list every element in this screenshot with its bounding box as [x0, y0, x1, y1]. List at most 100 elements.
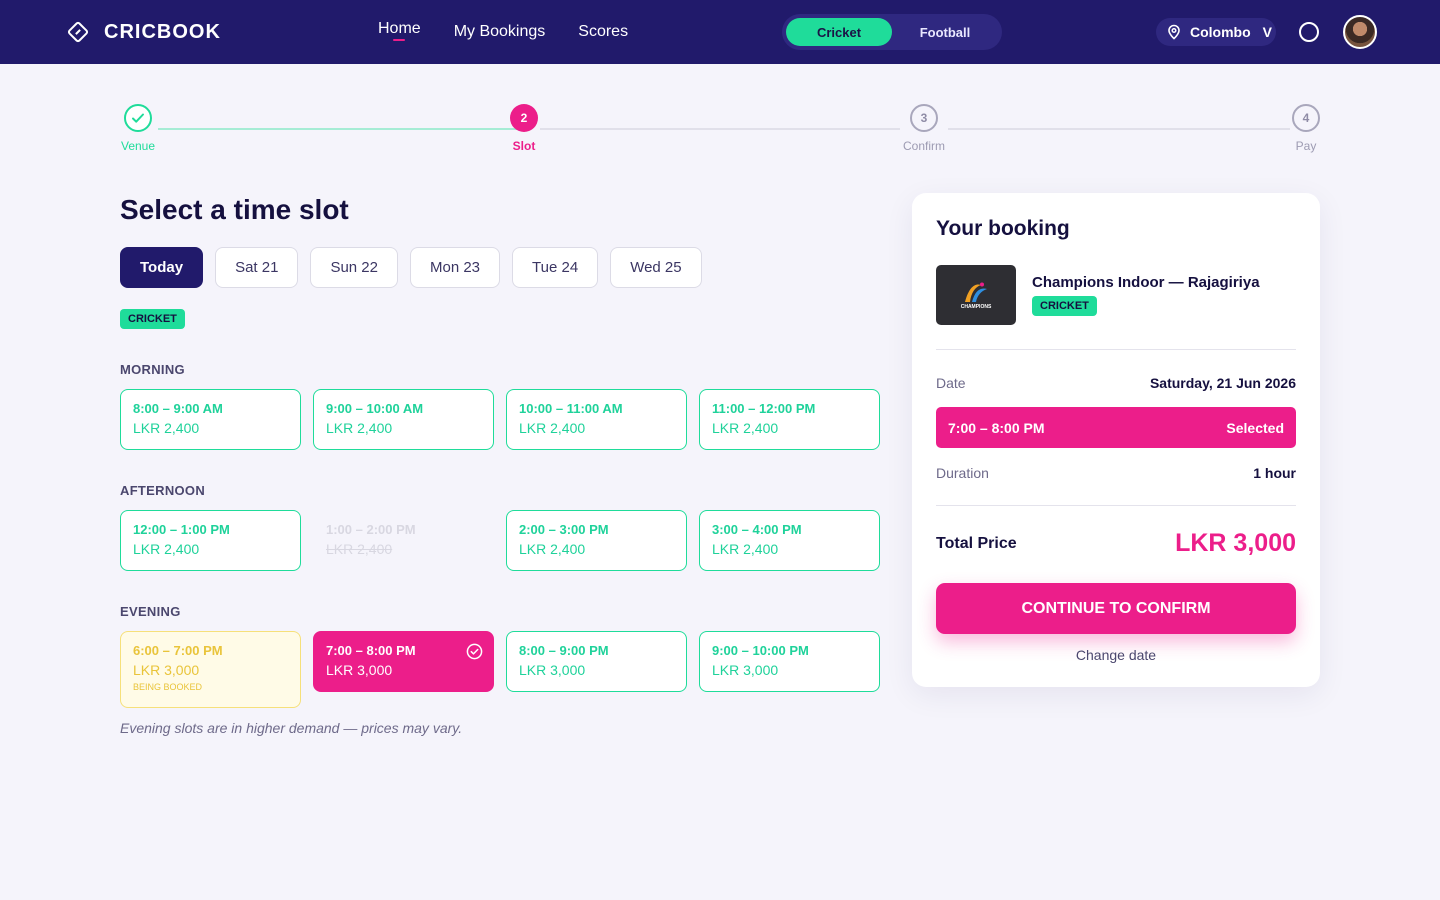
slot-price: LKR 3,000	[712, 662, 779, 678]
top-bar: CRICBOOK Home My Bookings Scores Cricket…	[0, 0, 1440, 64]
pricing-footnote: Evening slots are in higher demand — pri…	[120, 720, 463, 736]
step-label-pay: Pay	[1295, 139, 1317, 153]
venue-thumb-label: CHAMPIONS	[960, 303, 992, 310]
diamond-logo-icon	[67, 21, 89, 43]
slot-time: 12:00 – 1:00 PM	[133, 522, 230, 537]
step-label-slot: Slot	[512, 139, 536, 153]
date-chip-sat-21[interactable]: Sat 21	[215, 247, 299, 288]
slot-status-note: BEING BOOKED	[133, 682, 203, 692]
time-slot[interactable]: 12:00 – 1:00 PM LKR 2,400	[120, 510, 301, 571]
slot-price: LKR 2,400	[712, 541, 779, 557]
step-connector	[948, 128, 1290, 130]
time-slot[interactable]: 3:00 – 4:00 PM LKR 2,400	[699, 510, 880, 571]
duration-label: Duration	[936, 465, 989, 481]
slot-price: LKR 2,400	[712, 420, 779, 436]
slot-price: LKR 2,400	[133, 541, 200, 557]
slot-time: 3:00 – 4:00 PM	[712, 522, 802, 537]
time-slot[interactable]: 2:00 – 3:00 PM LKR 2,400	[506, 510, 687, 571]
duration-value: 1 hour	[1253, 465, 1296, 481]
location-label: Colombo	[1190, 24, 1251, 40]
slot-price: LKR 2,400	[133, 420, 200, 436]
nav-home[interactable]: Home	[378, 0, 421, 61]
location-selector[interactable]: Colombo V	[1156, 18, 1276, 46]
location-pin-icon	[1168, 24, 1180, 40]
sport-option-cricket[interactable]: Cricket	[786, 18, 892, 46]
time-slot-selected[interactable]: 7:00 – 8:00 PM LKR 3,000	[313, 631, 494, 692]
step-connector	[158, 128, 520, 130]
section-title-evening: EVENING	[120, 604, 181, 619]
slot-price: LKR 2,400	[519, 420, 586, 436]
venue-thumbnail: CHAMPIONS	[936, 265, 1016, 325]
step-slot-indicator: 2	[510, 104, 538, 132]
date-selector: Today Sat 21 Sun 22 Mon 23 Tue 24 Wed 25	[120, 247, 702, 288]
step-connector	[540, 128, 900, 130]
page-title: Select a time slot	[120, 194, 349, 225]
time-slot[interactable]: 8:00 – 9:00 PM LKR 3,000	[506, 631, 687, 692]
slot-price: LKR 2,400	[326, 541, 393, 557]
slot-price: LKR 2,400	[326, 420, 393, 436]
sport-tag: CRICKET	[120, 309, 185, 329]
step-pay-indicator: 4	[1292, 104, 1320, 132]
slot-time: 2:00 – 3:00 PM	[519, 522, 609, 537]
slot-time: 10:00 – 11:00 AM	[519, 401, 623, 416]
venue-name: Champions Indoor — Rajagiriya	[1032, 274, 1260, 291]
date-chip-tue-24[interactable]: Tue 24	[512, 247, 599, 288]
time-slot-unavailable: 1:00 – 2:00 PM LKR 2,400	[313, 510, 494, 571]
section-title-morning: MORNING	[120, 362, 185, 377]
slot-row-evening: 6:00 – 7:00 PM LKR 3,000 BEING BOOKED 7:…	[120, 631, 880, 708]
total-price-value: LKR 3,000	[1175, 529, 1296, 557]
time-slot[interactable]: 9:00 – 10:00 AM LKR 2,400	[313, 389, 494, 450]
date-chip-wed-25[interactable]: Wed 25	[610, 247, 702, 288]
selected-slot-bar: 7:00 – 8:00 PM Selected	[936, 407, 1296, 448]
section-title-afternoon: AFTERNOON	[120, 483, 206, 498]
chevron-down-icon: V	[1262, 24, 1272, 40]
selected-slot-label: Selected	[1226, 419, 1284, 436]
progress-stepper: Venue 2 Slot 3 Confirm 4 Pay	[120, 104, 1320, 156]
slot-price: LKR 3,000	[519, 662, 586, 678]
slot-price: LKR 3,000	[133, 662, 200, 678]
step-label-venue: Venue	[120, 139, 156, 153]
check-circle-icon	[466, 643, 483, 660]
slot-row-morning: 8:00 – 9:00 AM LKR 2,400 9:00 – 10:00 AM…	[120, 389, 880, 450]
nav-scores[interactable]: Scores	[578, 0, 628, 64]
slot-row-afternoon: 12:00 – 1:00 PM LKR 2,400 1:00 – 2:00 PM…	[120, 510, 880, 571]
logo-text: CRICBOOK	[104, 20, 221, 43]
avatar[interactable]	[1343, 15, 1377, 49]
slot-time: 6:00 – 7:00 PM	[133, 643, 223, 658]
sport-toggle: Cricket Football	[782, 14, 1002, 50]
slot-time: 7:00 – 8:00 PM	[326, 643, 416, 658]
notification-icon[interactable]	[1299, 22, 1319, 42]
slot-time: 1:00 – 2:00 PM	[326, 522, 416, 537]
sport-option-football[interactable]: Football	[892, 18, 998, 46]
time-slot[interactable]: 10:00 – 11:00 AM LKR 2,400	[506, 389, 687, 450]
slot-time: 8:00 – 9:00 AM	[133, 401, 223, 416]
venue-logo-icon	[965, 282, 987, 302]
date-label: Date	[936, 375, 966, 391]
continue-to-confirm-button[interactable]: CONTINUE TO CONFIRM	[936, 583, 1296, 634]
step-venue-check-icon[interactable]	[124, 104, 152, 132]
selected-slot-time: 7:00 – 8:00 PM	[948, 419, 1045, 436]
logo[interactable]: CRICBOOK	[66, 20, 221, 44]
slot-price: LKR 2,400	[519, 541, 586, 557]
time-slot[interactable]: 8:00 – 9:00 AM LKR 2,400	[120, 389, 301, 450]
slot-time: 8:00 – 9:00 PM	[519, 643, 609, 658]
slot-price: LKR 3,000	[326, 662, 393, 678]
date-chip-sun-22[interactable]: Sun 22	[310, 247, 398, 288]
date-chip-mon-23[interactable]: Mon 23	[409, 247, 501, 288]
date-chip-today[interactable]: Today	[120, 247, 204, 288]
date-value: Saturday, 21 Jun 2026	[1149, 375, 1296, 391]
time-slot[interactable]: 9:00 – 10:00 PM LKR 3,000	[699, 631, 880, 692]
step-label-confirm: Confirm	[902, 139, 946, 153]
slot-time: 9:00 – 10:00 AM	[326, 401, 424, 416]
divider	[936, 349, 1296, 350]
booking-summary-card: Your booking CHAMPIONS Champions Indoor …	[912, 193, 1320, 687]
divider	[936, 505, 1296, 506]
time-slot[interactable]: 11:00 – 12:00 PM LKR 2,400	[699, 389, 880, 450]
venue-sport-tag: CRICKET	[1032, 296, 1097, 316]
step-confirm-indicator: 3	[910, 104, 938, 132]
change-date-link[interactable]: Change date	[912, 647, 1320, 663]
nav-my-bookings[interactable]: My Bookings	[454, 0, 546, 64]
total-price-label: Total Price	[936, 535, 1017, 552]
booking-card-title: Your booking	[936, 217, 1070, 240]
time-slot-being-booked: 6:00 – 7:00 PM LKR 3,000 BEING BOOKED	[120, 631, 301, 708]
